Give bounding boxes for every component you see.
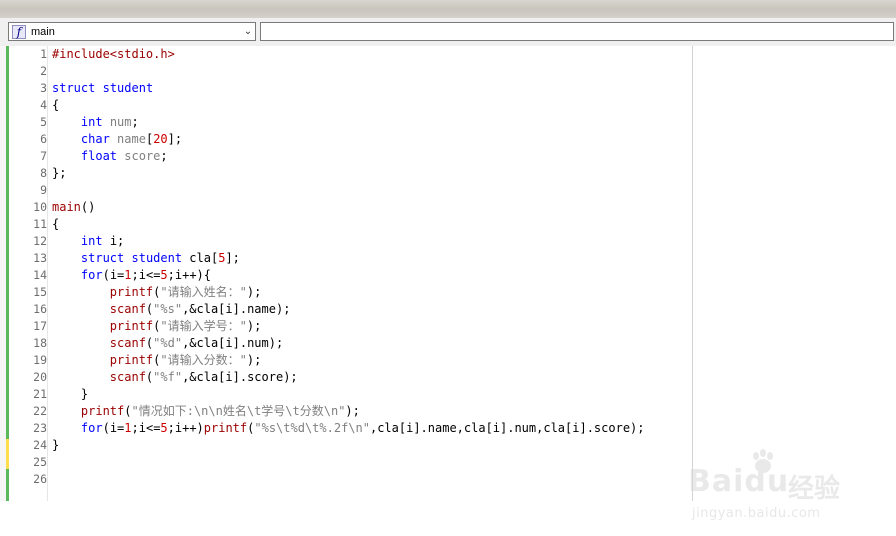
function-combo[interactable]: f main ⌄ — [8, 22, 256, 41]
line-number: 22 — [33, 404, 47, 418]
watermark-url: jingyan.baidu.com — [692, 506, 821, 521]
code-text[interactable]: }; — [52, 165, 66, 182]
code-text[interactable]: scanf("%s",&cla[i].name); — [52, 301, 291, 318]
line-number: 7 — [40, 149, 47, 163]
function-icon: f — [12, 24, 26, 39]
line-number: 17 — [33, 319, 47, 333]
code-text[interactable]: struct student cla[5]; — [52, 250, 240, 267]
code-text[interactable]: float score; — [52, 148, 168, 165]
code-text[interactable]: int i; — [52, 233, 124, 250]
code-text[interactable]: char name[20]; — [52, 131, 182, 148]
function-combo-value: main — [31, 25, 55, 38]
code-editor[interactable]: 1 #include<stdio.h> 2 3 struct student 4{5 in… — [0, 46, 896, 521]
code-text[interactable]: } — [52, 437, 59, 454]
line-number: 16 — [33, 302, 47, 316]
toolbar: f main ⌄ — [0, 18, 896, 47]
line-number: 11 — [33, 217, 47, 231]
line-number: 6 — [40, 132, 47, 146]
line-number: 20 — [33, 370, 47, 384]
line-number: 9 — [40, 183, 47, 197]
code-text[interactable]: printf("请输入学号："); — [52, 318, 262, 335]
line-number: 26 — [33, 472, 47, 486]
watermark-brand: Baidu — [688, 464, 790, 499]
line-number: 13 — [33, 251, 47, 265]
code-text[interactable]: for(i=1;i<=5;i++){ — [52, 267, 211, 284]
line-number: 21 — [33, 387, 47, 401]
line-number: 3 — [40, 81, 47, 95]
gutter-divider — [47, 46, 48, 501]
code-text[interactable]: main() — [52, 199, 95, 216]
line-number: 1 — [40, 47, 47, 61]
line-number: 23 — [33, 421, 47, 435]
code-text[interactable]: printf("情况如下:\n\n姓名\t学号\t分数\n"); — [52, 403, 360, 420]
code-text[interactable]: for(i=1;i<=5;i++)printf("%s\t%d\t%.2f\n"… — [52, 420, 645, 437]
line-number: 4 — [40, 98, 47, 112]
code-text[interactable]: printf("请输入分数："); — [52, 352, 262, 369]
symbol-combo[interactable] — [260, 22, 894, 41]
chevron-down-icon[interactable]: ⌄ — [241, 23, 255, 40]
window-title-strip — [0, 0, 896, 18]
code-text[interactable]: struct student — [52, 80, 153, 97]
watermark-cn: 经验 — [788, 474, 841, 504]
code-text[interactable]: int num; — [52, 114, 139, 131]
line-number: 2 — [40, 64, 47, 78]
code-text[interactable]: { — [52, 97, 59, 114]
line-number: 5 — [40, 115, 47, 129]
line-number: 8 — [40, 166, 47, 180]
code-text[interactable]: scanf("%d",&cla[i].num); — [52, 335, 283, 352]
line-number: 15 — [33, 285, 47, 299]
code-text[interactable]: scanf("%f",&cla[i].score); — [52, 369, 298, 386]
line-number: 19 — [33, 353, 47, 367]
line-number: 14 — [33, 268, 47, 282]
right-margin-guide — [692, 46, 693, 501]
line-number: 10 — [33, 200, 47, 214]
code-text[interactable]: printf("请输入姓名："); — [52, 284, 262, 301]
code-text[interactable]: { — [52, 216, 59, 233]
line-number: 12 — [33, 234, 47, 248]
code-text[interactable]: #include<stdio.h> — [52, 46, 175, 63]
line-number: 18 — [33, 336, 47, 350]
baidu-jingyan-watermark: Baidu 经验 jingyan.baidu.com — [688, 446, 888, 536]
code-text[interactable]: } — [52, 386, 88, 403]
line-number: 25 — [33, 455, 47, 469]
line-number: 24 — [33, 438, 47, 452]
